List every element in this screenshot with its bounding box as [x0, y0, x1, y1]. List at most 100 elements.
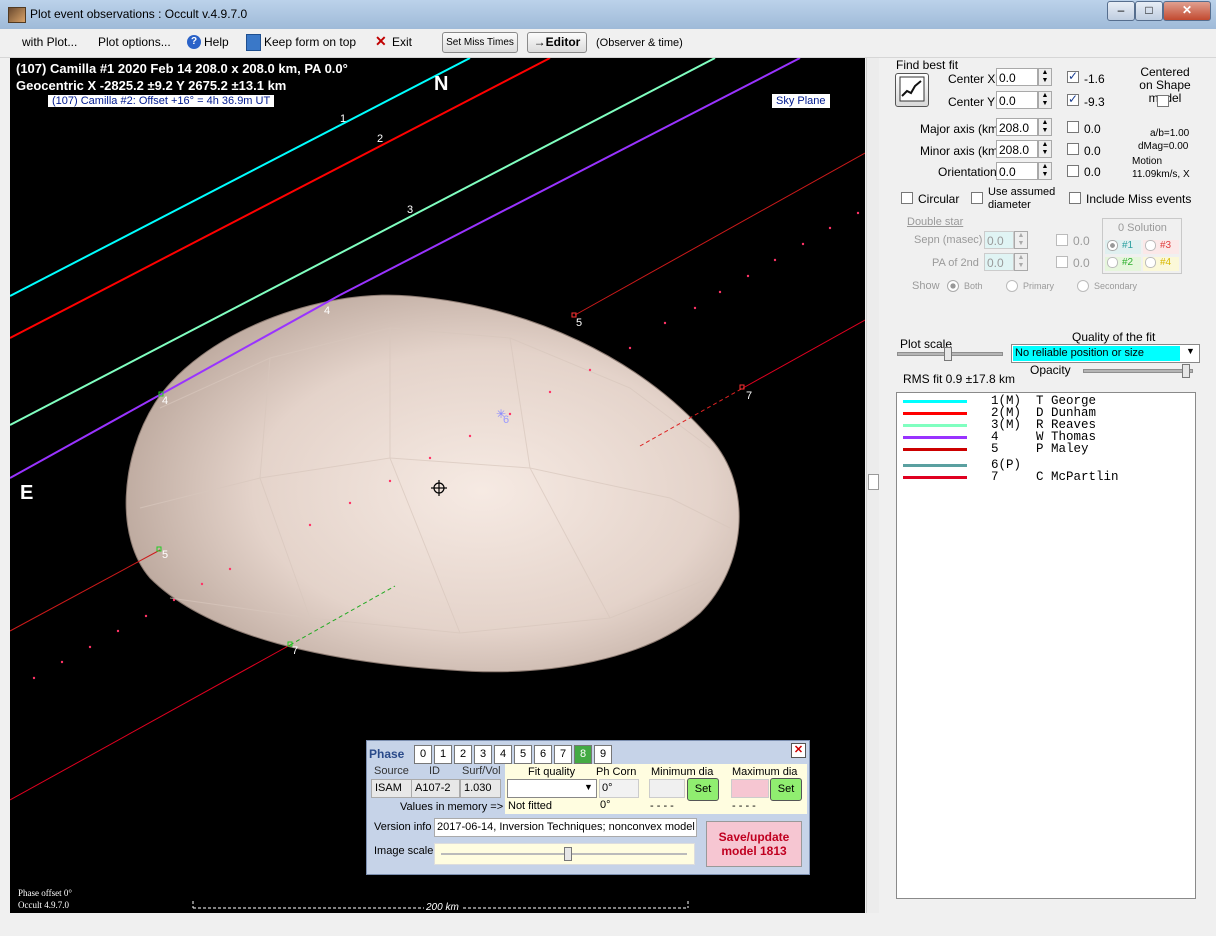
phase-button-9[interactable]: 9: [594, 745, 612, 764]
include-miss-checkbox[interactable]: [1069, 192, 1081, 204]
centered-on-checkbox[interactable]: [1157, 95, 1169, 107]
sky-plane-label: Sky Plane: [772, 94, 830, 108]
save-update-model-button[interactable]: Save/update model 1813: [706, 821, 802, 867]
pa2-checkbox[interactable]: [1056, 256, 1068, 268]
min-dia-header: Minimum dia: [651, 766, 714, 778]
id-value: A107-2: [411, 779, 460, 798]
phase-button-1[interactable]: 1: [434, 745, 452, 764]
chevron-down-icon: ▼: [584, 782, 593, 792]
center-x-residual: -1.6: [1084, 72, 1105, 86]
pa2-input[interactable]: 0.0: [984, 253, 1014, 271]
minor-axis-spinner[interactable]: ▲ ▼: [1038, 140, 1052, 158]
quality-value: No reliable position or size: [1013, 346, 1180, 361]
editor-button[interactable]: →Editor: [527, 32, 587, 53]
sepn-checkbox[interactable]: [1056, 234, 1068, 246]
maximize-button[interactable]: □: [1135, 1, 1163, 21]
menu-exit[interactable]: Exit: [392, 35, 412, 49]
minimize-button[interactable]: –: [1107, 1, 1135, 21]
phase-close-icon[interactable]: ✕: [791, 743, 806, 758]
observer-3-swatch: [903, 424, 967, 427]
center-x-input[interactable]: 0.0: [996, 68, 1038, 86]
center-x-spinner[interactable]: ▲ ▼: [1038, 68, 1052, 86]
observer-6-swatch: [903, 464, 967, 467]
fit-quality-select[interactable]: ▼: [507, 779, 597, 798]
menu-plot-options[interactable]: Plot options...: [98, 35, 171, 49]
phase-button-0[interactable]: 0: [414, 745, 432, 764]
ab-ratio: a/b=1.00: [1150, 128, 1190, 139]
image-scale-slider[interactable]: [434, 843, 695, 865]
phase-button-2[interactable]: 2: [454, 745, 472, 764]
show-both-radio[interactable]: [947, 280, 959, 292]
solution-4[interactable]: #4: [1143, 257, 1179, 271]
image-scale-thumb[interactable]: [564, 847, 572, 861]
quality-select[interactable]: No reliable position or size ▼: [1011, 344, 1200, 363]
phase-button-4[interactable]: 4: [494, 745, 512, 764]
solution-2-label: #2: [1122, 257, 1134, 269]
max-dia-header: Maximum dia: [732, 766, 798, 778]
solution-1[interactable]: #1: [1105, 240, 1141, 254]
ph-corn-input[interactable]: 0°: [599, 779, 639, 798]
orientation-input[interactable]: 0.0: [996, 162, 1038, 180]
include-miss-label: Include Miss events: [1086, 192, 1192, 206]
max-dia-input[interactable]: [731, 779, 769, 798]
center-y-input[interactable]: 0.0: [996, 91, 1038, 109]
set-min-button[interactable]: Set: [687, 778, 719, 801]
orientation-spinner[interactable]: ▲ ▼: [1038, 162, 1052, 180]
occult-version-label: Occult 4.9.7.0: [18, 900, 69, 910]
minor-axis-label: Minor axis (km): [920, 144, 1003, 158]
solution-2[interactable]: #2: [1105, 257, 1141, 271]
sepn-input[interactable]: 0.0: [984, 231, 1014, 249]
observer-list[interactable]: 1(M) T George 2(M) D Dunham 3(M) R Reave…: [896, 392, 1196, 899]
observer-row[interactable]: 5 P Maley: [897, 442, 1195, 456]
phase-button-7[interactable]: 7: [554, 745, 572, 764]
chord-label-4b: 4: [162, 395, 169, 407]
phase-button-3[interactable]: 3: [474, 745, 492, 764]
minor-axis-input[interactable]: 208.0: [996, 140, 1038, 158]
sepn-spinner[interactable]: ▲ ▼: [1014, 231, 1028, 249]
center-y-checkbox[interactable]: [1067, 92, 1079, 106]
min-dia-input[interactable]: [649, 779, 685, 798]
minor-axis-checkbox[interactable]: [1067, 143, 1079, 155]
east-label: E: [20, 482, 34, 504]
set-miss-times-button[interactable]: Set Miss Times: [442, 32, 518, 53]
menu-with-plot[interactable]: with Plot...: [22, 35, 77, 49]
major-axis-checkbox[interactable]: [1067, 121, 1079, 133]
menu-help[interactable]: Help: [204, 35, 229, 49]
observer-7-label: 7 C McPartlin: [991, 470, 1119, 484]
title-bar: Plot event observations : Occult v.4.9.7…: [0, 0, 1216, 30]
set-max-button[interactable]: Set: [770, 778, 802, 801]
major-axis-spinner[interactable]: ▲ ▼: [1038, 118, 1052, 136]
opacity-thumb[interactable]: [1182, 364, 1190, 378]
sepn-label: Sepn (masec): [914, 234, 983, 246]
pa2-spinner[interactable]: ▲ ▼: [1014, 253, 1028, 271]
phase-panel: Phase 0 1 2 3 4 5 6 7 8 9 ✕ Source ID Su…: [366, 740, 810, 875]
scrollbar-thumb[interactable]: [868, 474, 879, 490]
chord-7a: [10, 644, 291, 801]
find-best-fit-button[interactable]: [895, 73, 929, 107]
show-secondary-radio[interactable]: [1077, 280, 1089, 292]
major-axis-input[interactable]: 208.0: [996, 118, 1038, 136]
version-info-label: Version info: [374, 821, 432, 833]
phase-button-6[interactable]: 6: [534, 745, 552, 764]
observer-row[interactable]: 7 C McPartlin: [897, 470, 1195, 484]
close-button[interactable]: ✕: [1163, 1, 1211, 21]
menu-keep-on-top[interactable]: Keep form on top: [264, 35, 356, 49]
phase-button-5[interactable]: 5: [514, 745, 532, 764]
center-y-label: Center Y: [948, 95, 996, 109]
solution-3[interactable]: #3: [1143, 240, 1179, 254]
center-y-spinner[interactable]: ▲ ▼: [1038, 91, 1052, 109]
plot-scrollbar[interactable]: [866, 58, 879, 913]
phase-button-8[interactable]: 8: [574, 745, 592, 764]
plot-scale-thumb[interactable]: [944, 347, 952, 361]
chord-label-6: 6: [503, 414, 510, 426]
major-axis-label: Major axis (km): [920, 122, 1003, 136]
opacity-slider[interactable]: [1083, 369, 1193, 373]
circular-checkbox[interactable]: [901, 192, 913, 204]
center-x-checkbox[interactable]: [1067, 69, 1079, 83]
ph-corn-value: 0°: [600, 799, 611, 811]
orientation-checkbox[interactable]: [1067, 165, 1079, 177]
show-primary-radio[interactable]: [1006, 280, 1018, 292]
plot-title-line2: Geocentric X -2825.2 ±9.2 Y 2675.2 ±13.1…: [16, 78, 287, 93]
observer-1-swatch: [903, 400, 967, 403]
use-assumed-checkbox[interactable]: [971, 192, 983, 204]
